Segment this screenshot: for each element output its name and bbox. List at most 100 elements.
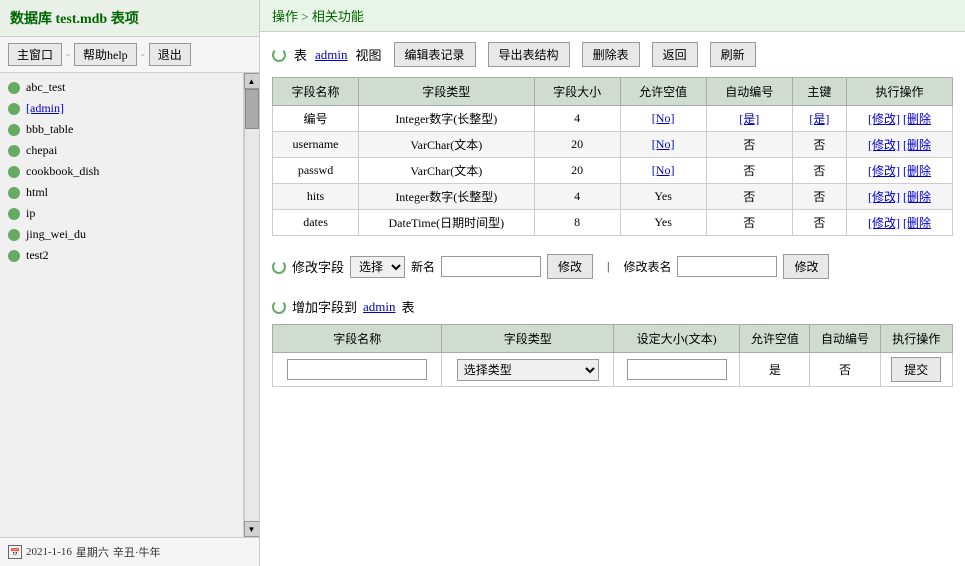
field-size-cell: 4 bbox=[534, 106, 620, 132]
delete-table-button[interactable]: 删除表 bbox=[582, 42, 640, 67]
primary-key-cell: 否 bbox=[792, 158, 846, 184]
modify-field-select[interactable]: 选择 bbox=[350, 256, 405, 278]
sidebar-item-label: abc_test bbox=[26, 80, 65, 95]
add-auto-number-cell: 否 bbox=[810, 353, 880, 387]
fields-table: 字段名称 字段类型 字段大小 允许空值 自动编号 主键 执行操作 编号 Inte… bbox=[272, 77, 953, 236]
edit-records-button[interactable]: 编辑表记录 bbox=[394, 42, 476, 67]
sidebar-list-container: abc_test [admin] bbb_table chepai cookbo… bbox=[0, 73, 259, 537]
back-button[interactable]: 返回 bbox=[652, 42, 698, 67]
refresh-icon-2 bbox=[272, 260, 286, 274]
main-window-button[interactable]: 主窗口 bbox=[8, 43, 62, 66]
arrow-icon bbox=[8, 82, 20, 94]
delete-link[interactable]: [删除 bbox=[903, 164, 931, 178]
scroll-thumb[interactable] bbox=[245, 89, 259, 129]
table-row: dates DateTime(日期时间型) 8 Yes 否 否 [修改] [删除 bbox=[273, 210, 953, 236]
add-field-size-cell bbox=[614, 353, 740, 387]
sidebar-item-html[interactable]: html bbox=[0, 182, 243, 203]
field-name-cell: dates bbox=[273, 210, 359, 236]
add-field-name-input[interactable] bbox=[287, 359, 427, 380]
sidebar-list: abc_test [admin] bbb_table chepai cookbo… bbox=[0, 73, 259, 270]
actions-cell: [修改] [删除 bbox=[847, 184, 953, 210]
col-auto-number: 自动编号 bbox=[706, 78, 792, 106]
add-admin-link[interactable]: admin bbox=[363, 299, 396, 315]
arrow-icon bbox=[8, 166, 20, 178]
field-type-cell: Integer数字(长整型) bbox=[359, 106, 534, 132]
logout-button[interactable]: 退出 bbox=[149, 43, 191, 66]
sidebar-item-label: chepai bbox=[26, 143, 57, 158]
refresh-button[interactable]: 刷新 bbox=[710, 42, 756, 67]
scroll-up-button[interactable]: ▲ bbox=[244, 73, 260, 89]
modify-table-input[interactable] bbox=[677, 256, 777, 277]
modify-field-label: 修改字段 bbox=[292, 257, 344, 276]
footer-date: 2021-1-16 bbox=[26, 546, 72, 558]
modify-field-button[interactable]: 修改 bbox=[547, 254, 593, 279]
sidebar-item-cookbook-dish[interactable]: cookbook_dish bbox=[0, 161, 243, 182]
auto-number-cell: 否 bbox=[706, 158, 792, 184]
col-field-type: 字段类型 bbox=[359, 78, 534, 106]
table-row: passwd VarChar(文本) 20 [No] 否 否 [修改] [删除 bbox=[273, 158, 953, 184]
table-row: 编号 Integer数字(长整型) 4 [No] [是] [是] [修改] [删… bbox=[273, 106, 953, 132]
add-col-field-type: 字段类型 bbox=[442, 325, 614, 353]
primary-key-cell: 否 bbox=[792, 132, 846, 158]
arrow-icon bbox=[8, 229, 20, 241]
sidebar-item-label: [admin] bbox=[26, 101, 64, 116]
delete-link[interactable]: [删除 bbox=[903, 138, 931, 152]
field-type-cell: DateTime(日期时间型) bbox=[359, 210, 534, 236]
add-field-row: 选择类型VarChar(文本)Integer数字(长整型)DateTime(日期… bbox=[273, 353, 953, 387]
sidebar-item-bbb-table[interactable]: bbb_table bbox=[0, 119, 243, 140]
field-type-cell: VarChar(文本) bbox=[359, 132, 534, 158]
col-allow-null: 允许空值 bbox=[620, 78, 706, 106]
primary-key-cell: 否 bbox=[792, 210, 846, 236]
breadcrumb: 操作 > 相关功能 bbox=[260, 0, 965, 32]
modify-link[interactable]: [修改] bbox=[868, 138, 900, 152]
add-field-table: 字段名称 字段类型 设定大小(文本) 允许空值 自动编号 执行操作 bbox=[272, 324, 953, 387]
sidebar: 数据库 test.mdb 表项 主窗口 - 帮助help - 退出 abc_te… bbox=[0, 0, 260, 566]
export-structure-button[interactable]: 导出表结构 bbox=[488, 42, 570, 67]
sidebar-item-chepai[interactable]: chepai bbox=[0, 140, 243, 161]
add-label2: 表 bbox=[402, 297, 415, 316]
add-field-submit-button[interactable]: 提交 bbox=[891, 357, 941, 382]
sidebar-item-ip[interactable]: ip bbox=[0, 203, 243, 224]
footer-weekday: 星期六 bbox=[76, 544, 109, 560]
arrow-icon bbox=[8, 145, 20, 157]
modify-link[interactable]: [修改] bbox=[868, 112, 900, 126]
scroll-down-button[interactable]: ▼ bbox=[244, 521, 260, 537]
sidebar-item-label: html bbox=[26, 185, 48, 200]
field-size-cell: 8 bbox=[534, 210, 620, 236]
add-col-field-size: 设定大小(文本) bbox=[614, 325, 740, 353]
delete-link[interactable]: [删除 bbox=[903, 190, 931, 204]
sidebar-item-abc-test[interactable]: abc_test bbox=[0, 77, 243, 98]
calendar-icon: 📅 bbox=[8, 545, 22, 559]
auto-number-cell: [是] bbox=[706, 106, 792, 132]
auto-number-cell: 否 bbox=[706, 210, 792, 236]
modify-link[interactable]: [修改] bbox=[868, 216, 900, 230]
sidebar-toolbar: 主窗口 - 帮助help - 退出 bbox=[0, 37, 259, 73]
modify-field-section: 修改字段 选择 新名 修改 | 修改表名 修改 bbox=[272, 248, 953, 285]
add-field-type-select[interactable]: 选择类型VarChar(文本)Integer数字(长整型)DateTime(日期… bbox=[457, 359, 599, 381]
new-name-input[interactable] bbox=[441, 256, 541, 277]
sidebar-item-label: jing_wei_du bbox=[26, 227, 86, 242]
field-size-cell: 20 bbox=[534, 158, 620, 184]
allow-null-cell: Yes bbox=[620, 184, 706, 210]
table-admin-link[interactable]: admin bbox=[315, 47, 348, 63]
modify-table-button[interactable]: 修改 bbox=[783, 254, 829, 279]
add-field-size-input[interactable] bbox=[627, 359, 727, 380]
sidebar-item-admin[interactable]: [admin] bbox=[0, 98, 243, 119]
modify-link[interactable]: [修改] bbox=[868, 190, 900, 204]
help-button[interactable]: 帮助help bbox=[74, 43, 137, 66]
scroll-track bbox=[244, 89, 260, 521]
actions-cell: [修改] [删除 bbox=[847, 210, 953, 236]
sidebar-title: 数据库 test.mdb 表项 bbox=[0, 0, 259, 37]
sidebar-item-test2[interactable]: test2 bbox=[0, 245, 243, 266]
actions-cell: [修改] [删除 bbox=[847, 158, 953, 184]
delete-link[interactable]: [删除 bbox=[903, 216, 931, 230]
delete-link[interactable]: [删除 bbox=[903, 112, 931, 126]
field-size-cell: 4 bbox=[534, 184, 620, 210]
sep1: - bbox=[66, 47, 70, 62]
sidebar-item-jing-wei-du[interactable]: jing_wei_du bbox=[0, 224, 243, 245]
view-label: 视图 bbox=[356, 45, 382, 64]
modify-link[interactable]: [修改] bbox=[868, 164, 900, 178]
sidebar-scrollbar[interactable]: ▲ ▼ bbox=[243, 73, 259, 537]
arrow-icon bbox=[8, 250, 20, 262]
add-col-field-name: 字段名称 bbox=[273, 325, 442, 353]
